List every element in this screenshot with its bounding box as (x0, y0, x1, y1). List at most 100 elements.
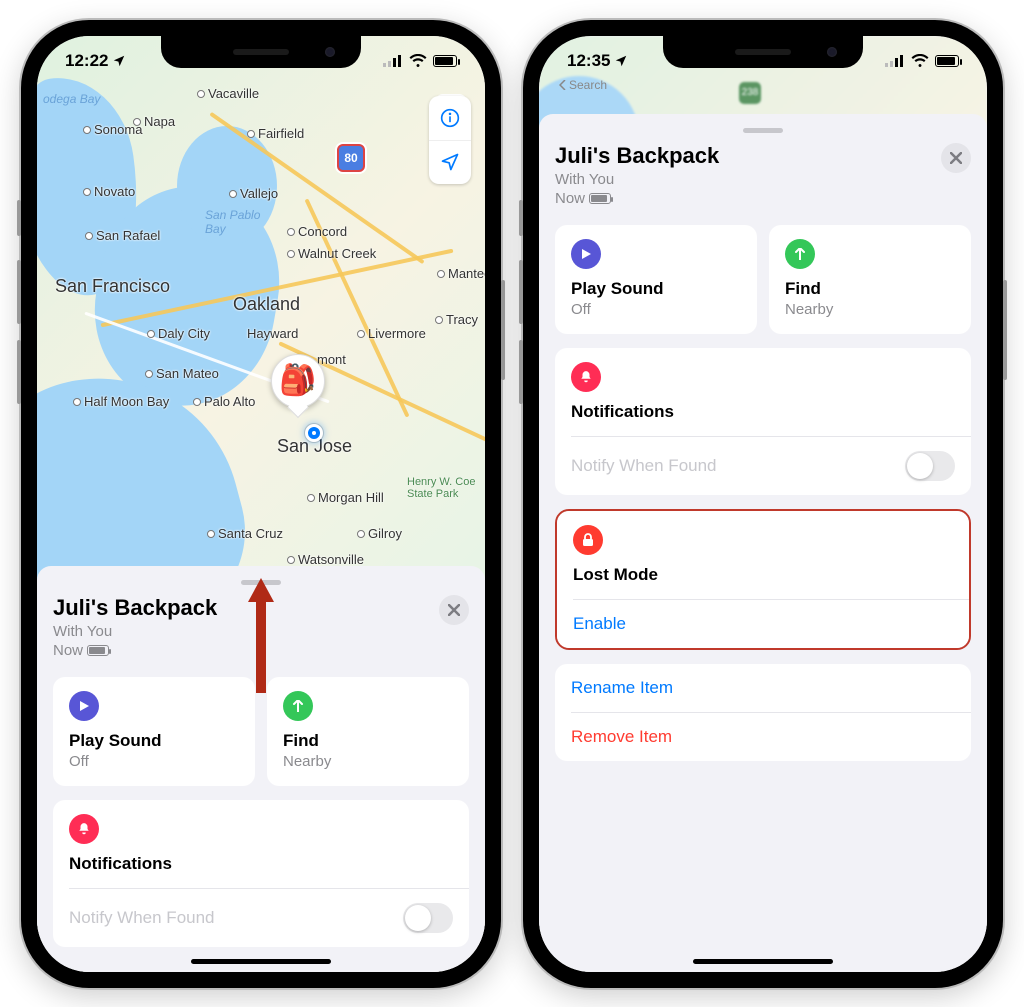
chevron-left-icon (559, 80, 567, 90)
swipe-up-arrow-icon (246, 578, 276, 703)
sheet-grabber[interactable] (743, 128, 783, 133)
back-label: Search (569, 78, 607, 92)
city-label: Watsonville (287, 552, 364, 567)
wifi-icon (911, 54, 929, 67)
card-subtitle: Nearby (785, 301, 955, 318)
card-subtitle: Nearby (283, 753, 453, 770)
city-label: Tracy (435, 312, 478, 327)
battery-icon (433, 55, 457, 67)
close-icon (448, 604, 460, 616)
device-notch (161, 36, 361, 68)
card-subtitle: Off (571, 301, 741, 318)
city-label: Palo Alto (193, 394, 255, 409)
lost-mode-highlight: Lost Mode Enable (555, 509, 971, 650)
map-info-button[interactable] (429, 96, 471, 140)
sheet-time: Now (555, 190, 585, 207)
city-label: Vacaville (197, 86, 259, 101)
sheet-status: With You (53, 623, 112, 640)
card-title: Play Sound (571, 279, 741, 299)
city-label: Manteca (437, 266, 485, 281)
find-card[interactable]: Find Nearby (769, 225, 971, 334)
card-title: Find (785, 279, 955, 299)
bell-icon (571, 362, 601, 392)
find-icon (283, 691, 313, 721)
city-label: Sonoma (83, 122, 142, 137)
city-label: Fairfield (247, 126, 304, 141)
notify-when-found-row: Notify When Found (53, 889, 469, 947)
card-title: Lost Mode (573, 565, 953, 585)
item-pin[interactable]: 🎒 (271, 354, 325, 408)
rename-item[interactable]: Rename Item (555, 664, 971, 712)
enable-lost-mode[interactable]: Enable (557, 600, 969, 648)
home-indicator[interactable] (693, 959, 833, 964)
notifications-card: Notifications Notify When Found (53, 800, 469, 947)
phone-right: 12:35 Search 238 Juli's Backpack (523, 20, 1003, 988)
battery-icon (935, 55, 959, 67)
card-title: Notifications (69, 854, 453, 874)
bell-icon (69, 814, 99, 844)
city-label: Daly City (147, 326, 210, 341)
row-label: Notify When Found (69, 908, 215, 928)
row-label: Rename Item (571, 678, 673, 698)
city-label: San Mateo (145, 366, 219, 381)
notify-toggle[interactable] (905, 451, 955, 481)
back-to-search[interactable]: Search (559, 78, 607, 92)
home-indicator[interactable] (191, 959, 331, 964)
city-label: San Francisco (55, 276, 170, 297)
city-label: Morgan Hill (307, 490, 384, 505)
card-title: Notifications (571, 402, 955, 422)
bay-label: San Pablo Bay (205, 208, 260, 236)
item-battery-icon (589, 193, 611, 204)
sheet-status: With You (555, 171, 614, 188)
location-icon (112, 54, 126, 68)
status-time: 12:22 (65, 51, 108, 71)
city-label: Walnut Creek (287, 246, 376, 261)
play-icon (69, 691, 99, 721)
cellular-icon (885, 55, 905, 67)
city-label: Novato (83, 184, 135, 199)
play-icon (571, 239, 601, 269)
city-label: San Rafael (85, 228, 160, 243)
lock-icon (573, 525, 603, 555)
close-button[interactable] (439, 595, 469, 625)
city-label: Concord (287, 224, 347, 239)
locate-icon (440, 152, 460, 172)
card-title: Play Sound (69, 731, 239, 751)
city-label: Oakland (233, 294, 300, 315)
city-label: Half Moon Bay (73, 394, 169, 409)
notify-toggle[interactable] (403, 903, 453, 933)
row-label: Remove Item (571, 727, 672, 747)
play-sound-card[interactable]: Play Sound Off (53, 677, 255, 786)
city-label: Santa Cruz (207, 526, 283, 541)
find-icon (785, 239, 815, 269)
row-label: Enable (573, 614, 626, 634)
status-time: 12:35 (567, 51, 610, 71)
notify-when-found-row: Notify When Found (555, 437, 971, 495)
sheet-title: Juli's Backpack (555, 143, 719, 169)
interstate-shield: 80 (337, 144, 365, 172)
notifications-card: Notifications Notify When Found (555, 348, 971, 495)
city-label: Vallejo (229, 186, 278, 201)
city-label: Hayward (247, 326, 298, 341)
play-sound-card[interactable]: Play Sound Off (555, 225, 757, 334)
close-button[interactable] (941, 143, 971, 173)
park-label: Henry W. Coe State Park (407, 476, 475, 500)
location-icon (614, 54, 628, 68)
device-notch (663, 36, 863, 68)
city-label: Gilroy (357, 526, 402, 541)
bay-label: odega Bay (43, 92, 100, 106)
current-location-dot (305, 424, 323, 442)
sheet-title: Juli's Backpack (53, 595, 217, 621)
item-actions-card: Rename Item Remove Item (555, 664, 971, 761)
map-locate-button[interactable] (429, 140, 471, 184)
find-card[interactable]: Find Nearby (267, 677, 469, 786)
item-battery-icon (87, 645, 109, 656)
remove-item[interactable]: Remove Item (555, 713, 971, 761)
cellular-icon (383, 55, 403, 67)
card-subtitle: Off (69, 753, 239, 770)
map-controls (429, 96, 471, 184)
item-sheet[interactable]: Juli's Backpack With You Now (539, 114, 987, 972)
close-icon (950, 152, 962, 164)
wifi-icon (409, 54, 427, 67)
city-label: Livermore (357, 326, 426, 341)
